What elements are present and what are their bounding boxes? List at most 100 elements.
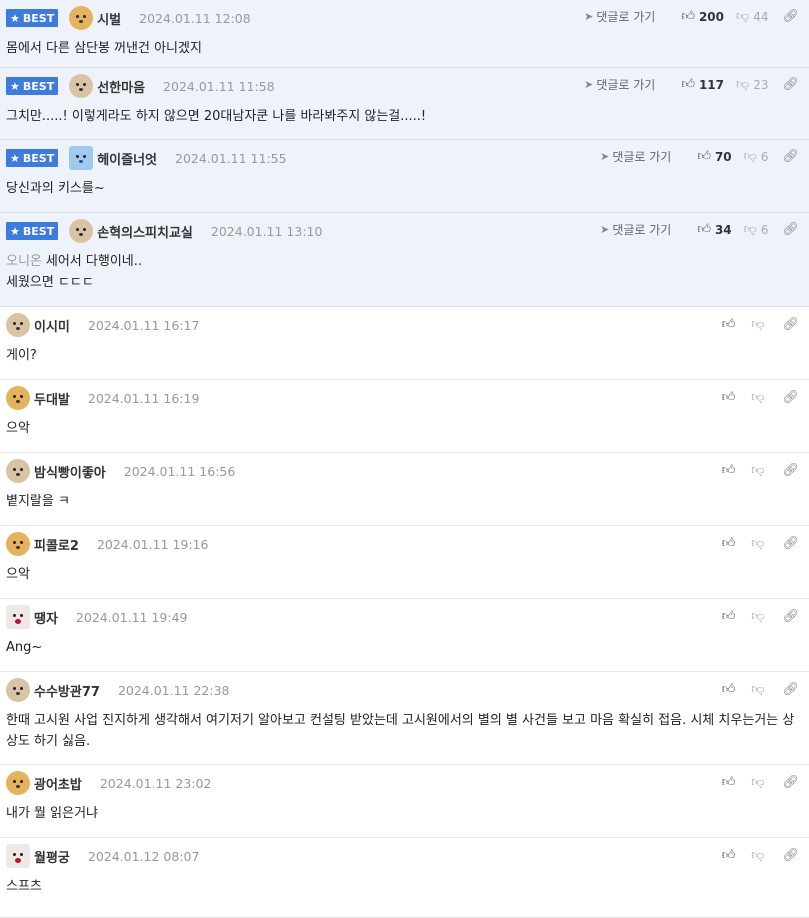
comment-body: 으악 [6, 418, 799, 439]
comment-text: 볕지랄을 ㅋ [6, 494, 70, 509]
comment-date: 2024.01.11 23:02 [99, 775, 212, 791]
upvote-button[interactable]: 👍︎ [722, 609, 740, 624]
upvote-button[interactable]: 👍︎ [722, 463, 740, 478]
comment-date: 2024.01.11 11:58 [163, 78, 275, 94]
downvote-button[interactable]: 👎︎ [751, 317, 768, 332]
go-to-reply-label: 댓글로 가기 [596, 10, 656, 24]
avatar[interactable] [6, 313, 30, 337]
nickname[interactable]: 땡자 [34, 608, 58, 627]
comment-header: ★ BEST 선한마음 2024.01.11 11:58 [6, 74, 275, 98]
comment-actions: 👍︎ 👎︎ 🔗︎ [710, 609, 799, 624]
downvote-button[interactable]: 👎︎ [751, 682, 768, 697]
downvote-button[interactable]: 👎︎ [751, 609, 768, 624]
avatar[interactable] [69, 219, 94, 243]
comment-date: 2024.01.11 16:56 [123, 463, 236, 479]
avatar[interactable] [69, 6, 94, 30]
avatar[interactable] [6, 605, 30, 629]
link-icon[interactable]: 🔗︎ [782, 682, 799, 697]
link-icon[interactable]: 🔗︎ [782, 775, 799, 790]
go-to-reply-link[interactable]: ➤ 댓글로 가기 [584, 76, 655, 93]
nickname[interactable]: 수수방관77 [34, 681, 100, 700]
link-icon[interactable]: 🔗︎ [782, 317, 799, 332]
thumbs-down-icon: 👎︎ [736, 77, 750, 92]
downvote-button[interactable]: 👎︎ [751, 775, 768, 790]
downvote-button[interactable]: 👎︎ [751, 848, 768, 863]
link-icon[interactable]: 🔗︎ [782, 536, 799, 551]
downvote-button[interactable]: 👎︎ [751, 463, 768, 478]
link-icon[interactable]: 🔗︎ [782, 390, 799, 405]
nickname[interactable]: 시벌 [97, 9, 121, 28]
upvote-button[interactable]: 👍︎ [722, 317, 740, 332]
downvote-button[interactable]: 👎︎ 23 [736, 77, 768, 92]
comment-date: 2024.01.11 19:49 [75, 609, 188, 625]
nickname[interactable]: 월평궁 [34, 847, 70, 866]
upvote-button[interactable]: 👍︎ 200 [681, 9, 724, 24]
link-icon[interactable]: 🔗︎ [782, 609, 799, 624]
link-icon[interactable]: 🔗︎ [782, 77, 799, 92]
upvote-button[interactable]: 👍︎ 34 [697, 222, 731, 237]
nickname[interactable]: 피콜로2 [34, 535, 79, 554]
nickname[interactable]: 손혁의스피치교실 [97, 222, 193, 241]
upvote-button[interactable]: 👍︎ [722, 536, 740, 551]
nickname[interactable]: 밤식빵이좋아 [34, 462, 106, 481]
go-to-reply-link[interactable]: ➤ 댓글로 가기 [600, 221, 671, 238]
upvote-button[interactable]: 👍︎ [722, 390, 740, 405]
star-icon: ★ [10, 224, 20, 238]
comment: 광어초밥 2024.01.11 23:02 👍︎ 👎︎ 🔗︎ 내가 뭘 읽은거냐 [0, 765, 809, 838]
avatar[interactable] [6, 386, 30, 410]
upvote-count: 34 [714, 222, 732, 237]
comment-text: Ang~ [6, 640, 43, 655]
comment-actions: 👍︎ 👎︎ 🔗︎ [710, 682, 799, 697]
downvote-count: 44 [753, 9, 769, 24]
go-to-reply-link[interactable]: ➤ 댓글로 가기 [600, 148, 671, 165]
upvote-count: 70 [714, 149, 732, 164]
comment-date: 2024.01.11 13:10 [210, 223, 323, 239]
send-arrow-icon: ➤ [584, 10, 594, 23]
nickname[interactable]: 선한마음 [97, 77, 145, 96]
comment-body: 당신과의 키스를~ [6, 178, 799, 199]
upvote-button[interactable]: 👍︎ 117 [681, 77, 724, 92]
go-to-reply-label: 댓글로 가기 [612, 223, 672, 237]
comment-date: 2024.01.11 16:17 [87, 317, 200, 333]
avatar[interactable] [6, 459, 30, 483]
go-to-reply-link[interactable]: ➤ 댓글로 가기 [584, 8, 655, 25]
downvote-button[interactable]: 👎︎ 6 [744, 149, 769, 164]
star-icon: ★ [10, 151, 20, 165]
downvote-button[interactable]: 👎︎ [751, 390, 768, 405]
avatar[interactable] [6, 532, 30, 556]
comment-actions: 👍︎ 👎︎ 🔗︎ [710, 317, 799, 332]
downvote-button[interactable]: 👎︎ 44 [736, 9, 768, 24]
link-icon[interactable]: 🔗︎ [782, 149, 799, 164]
upvote-button[interactable]: 👍︎ [722, 848, 740, 863]
nickname[interactable]: 헤이즐너엇 [97, 149, 157, 168]
comment: 이시미 2024.01.11 16:17 👍︎ 👎︎ 🔗︎ 게이? [0, 307, 809, 380]
nickname[interactable]: 두대발 [34, 389, 70, 408]
avatar[interactable] [69, 74, 94, 98]
avatar[interactable] [6, 678, 30, 702]
link-icon[interactable]: 🔗︎ [782, 463, 799, 478]
thumbs-up-icon: 👍︎ [697, 149, 711, 164]
thumbs-down-icon: 👎︎ [743, 149, 757, 164]
upvote-button[interactable]: 👍︎ [722, 682, 740, 697]
downvote-button[interactable]: 👎︎ 6 [744, 222, 769, 237]
upvote-button[interactable]: 👍︎ 70 [697, 149, 731, 164]
avatar[interactable] [69, 146, 94, 170]
comment-actions: ➤ 댓글로 가기 👍︎ 200 👎︎ 44 🔗︎ [584, 8, 799, 25]
avatar[interactable] [6, 771, 30, 795]
link-icon[interactable]: 🔗︎ [782, 9, 799, 24]
send-arrow-icon: ➤ [600, 150, 610, 163]
thumbs-down-icon: 👎︎ [751, 609, 765, 624]
downvote-button[interactable]: 👎︎ [751, 536, 768, 551]
upvote-button[interactable]: 👍︎ [722, 775, 740, 790]
link-icon[interactable]: 🔗︎ [782, 848, 799, 863]
avatar[interactable] [6, 844, 30, 868]
nickname[interactable]: 이시미 [34, 316, 70, 335]
comment-list: ★ BEST 시벌 2024.01.11 12:08 ➤ 댓글로 가기 👍︎ 200 👎︎ 44 🔗… [0, 0, 809, 918]
link-icon[interactable]: 🔗︎ [782, 222, 799, 237]
thumbs-down-icon: 👎︎ [751, 848, 765, 863]
mention[interactable]: 오니온 [6, 254, 42, 269]
comment: 월평궁 2024.01.12 08:07 👍︎ 👎︎ 🔗︎ 스프츠 [0, 838, 809, 918]
comment-actions: ➤ 댓글로 가기 👍︎ 117 👎︎ 23 🔗︎ [584, 76, 799, 93]
nickname[interactable]: 광어초밥 [34, 774, 82, 793]
thumbs-up-icon: 👍︎ [721, 775, 736, 790]
